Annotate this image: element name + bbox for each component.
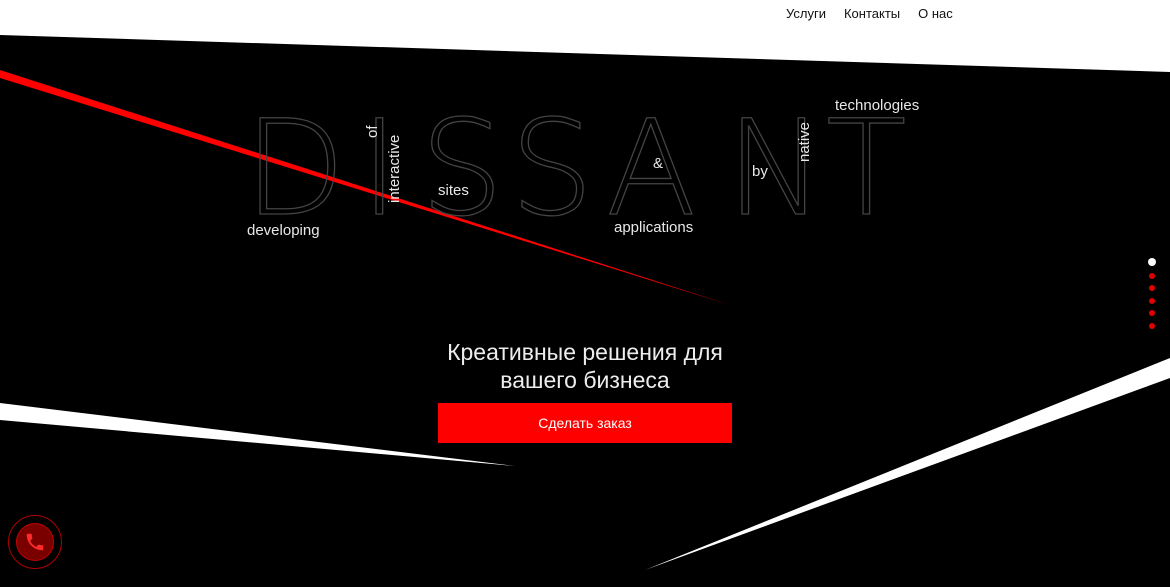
hero-headline-line2: вашего бизнеса [500,367,670,393]
logo-letter-a: A [605,92,697,246]
slider-pagination [1148,258,1156,335]
tagline-sites: sites [438,182,469,199]
hero-headline: Креативные решения для вашего бизнеса [350,338,820,394]
tagline-developing: developing [247,222,320,239]
tagline-technologies: technologies [835,97,920,114]
slider-dot-1[interactable] [1148,258,1156,266]
logo-letter-s2: S [509,92,594,246]
logo-letter-t: T [825,92,907,246]
tagline-native: native [796,121,813,162]
nav-item-about[interactable]: О нас [918,7,953,21]
slider-dot-4[interactable] [1149,297,1155,304]
slider-dot-2[interactable] [1149,272,1155,279]
hero-headline-line1: Креативные решения для [447,339,723,365]
nav-item-contacts[interactable]: Контакты [844,7,900,21]
top-white-band [0,0,1170,72]
tagline-interactive: interactive [386,134,403,203]
nav-item-services[interactable]: Услуги [786,7,826,21]
background-graphics [0,0,1170,570]
tagline-ampersand: & [653,155,664,172]
tagline-of: of [364,125,381,138]
slider-dot-3[interactable] [1149,285,1155,291]
slider-dot-5[interactable] [1149,310,1155,316]
slider-dot-6[interactable] [1149,322,1155,329]
order-button[interactable]: Сделать заказ [438,403,732,443]
tagline-by: by [752,163,768,180]
tagline-applications: applications [614,219,694,236]
logo-letter-d: D [243,92,346,246]
logo-letter-s1: S [419,92,504,246]
phone-icon [26,533,44,551]
main-nav: Услуги Контакты О нас [786,7,971,21]
call-button[interactable] [8,515,62,569]
